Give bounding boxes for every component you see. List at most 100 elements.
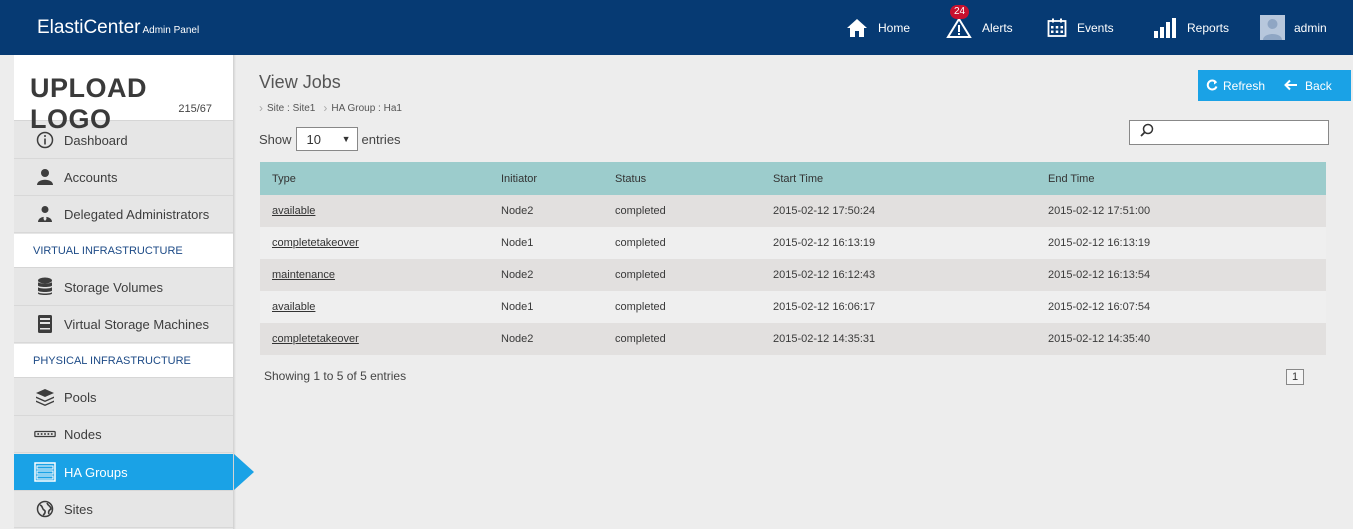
- alerts-count-badge: 24: [950, 4, 970, 19]
- column-header-type[interactable]: Type: [260, 162, 501, 195]
- back-button[interactable]: Back: [1284, 78, 1332, 94]
- cell-status: completed: [615, 269, 666, 281]
- cell-status: completed: [615, 301, 666, 313]
- brand: ElastiCenter Admin Panel: [37, 17, 199, 39]
- column-header-initiator[interactable]: Initiator: [501, 162, 615, 195]
- globe-icon: [34, 500, 56, 518]
- section-label: PHYSICAL INFRASTRUCTURE: [33, 354, 191, 367]
- cell-end-time: 2015-02-12 16:13:19: [1048, 237, 1151, 249]
- cell-start-time: 2015-02-12 17:50:24: [773, 205, 876, 217]
- page-size-value: 10: [306, 131, 321, 147]
- user-name: admin: [1294, 20, 1327, 35]
- calendar-icon: [1047, 18, 1067, 38]
- entries-label: entries: [361, 131, 401, 147]
- job-type-link[interactable]: available: [272, 301, 315, 313]
- search-box[interactable]: [1129, 120, 1329, 145]
- job-type-link[interactable]: available: [272, 205, 315, 217]
- nav-alerts-label: Alerts: [982, 20, 1013, 35]
- job-type-link[interactable]: maintenance: [272, 269, 335, 281]
- cell-start-time: 2015-02-12 14:35:31: [773, 333, 876, 345]
- pagination-page-1[interactable]: 1: [1286, 369, 1304, 385]
- breadcrumb-site[interactable]: Site : Site1: [267, 103, 315, 114]
- avatar: [1260, 15, 1285, 40]
- cell-initiator: Node2: [501, 333, 534, 345]
- database-icon: [34, 277, 56, 297]
- nav-reports-label: Reports: [1187, 20, 1230, 35]
- sidebar-item-label: Virtual Storage Machines: [64, 316, 210, 332]
- sidebar-item-label: Nodes: [64, 426, 102, 442]
- cell-type: available: [260, 291, 501, 323]
- cell-end-time: 2015-02-12 14:35:40: [1048, 333, 1151, 345]
- breadcrumb-ha-group[interactable]: HA Group : Ha1: [331, 103, 402, 114]
- table-row: available Node1 completed 2015-02-12 16:…: [260, 291, 1326, 323]
- caret-down-icon: ▼: [341, 134, 351, 144]
- cell-start-time: 2015-02-12 16:12:43: [773, 269, 876, 281]
- sidebar-item-label: Dashboard: [64, 132, 128, 148]
- table-header-row: Type Initiator Status Start Time End Tim…: [260, 162, 1326, 195]
- info-icon: [34, 131, 56, 149]
- cell-end-time: 2015-02-12 16:07:54: [1048, 301, 1151, 313]
- page-size-select[interactable]: 10 ▼: [295, 127, 358, 151]
- search-input[interactable]: [1160, 125, 1328, 140]
- cell-type: completetakeover: [260, 323, 501, 355]
- table-row: maintenance Node2 completed 2015-02-12 1…: [260, 259, 1326, 291]
- nav-events[interactable]: Events: [1047, 0, 1114, 55]
- section-physical-infrastructure: PHYSICAL INFRASTRUCTURE: [14, 344, 234, 378]
- search-icon: [1140, 123, 1154, 142]
- sidebar-item-virtual-storage-machines[interactable]: Virtual Storage Machines: [14, 306, 234, 343]
- delegate-icon: [34, 205, 56, 223]
- nav-reports[interactable]: Reports: [1153, 0, 1229, 55]
- arrow-left-icon: [1284, 78, 1298, 94]
- sidebar-item-label: HA Groups: [64, 464, 128, 480]
- cell-initiator: Node2: [501, 205, 534, 217]
- server-icon: [34, 314, 56, 334]
- cell-status: completed: [615, 333, 666, 345]
- sidebar-item-dashboard[interactable]: Dashboard: [14, 122, 234, 159]
- table-info: Showing 1 to 5 of 5 entries: [264, 369, 407, 383]
- job-type-link[interactable]: completetakeover: [272, 237, 359, 249]
- nav-home-label: Home: [878, 20, 911, 35]
- top-navbar: ElastiCenter Admin Panel Home 24 Alerts E…: [0, 0, 1353, 55]
- sidebar: UPLOAD LOGO 215/67 Dashboard Accounts De…: [14, 55, 234, 529]
- back-label: Back: [1305, 78, 1332, 93]
- sidebar-item-accounts[interactable]: Accounts: [14, 159, 234, 196]
- sidebar-item-nodes[interactable]: Nodes: [14, 416, 234, 453]
- column-header-end-time[interactable]: End Time: [1048, 162, 1326, 195]
- jobs-table: Type Initiator Status Start Time End Tim…: [260, 162, 1326, 355]
- cell-status: completed: [615, 237, 666, 249]
- nav-home[interactable]: Home: [846, 0, 910, 55]
- nav-user-menu[interactable]: admin: [1260, 0, 1327, 55]
- sidebar-item-label: Sites: [64, 501, 93, 517]
- refresh-button[interactable]: Refresh: [1206, 78, 1265, 94]
- active-item-pointer: [234, 454, 254, 490]
- table-row: available Node2 completed 2015-02-12 17:…: [260, 195, 1326, 227]
- bar-chart-icon: [1153, 17, 1177, 39]
- breadcrumb: › Site : Site1 › HA Group : Ha1: [259, 101, 410, 115]
- cell-initiator: Node2: [501, 269, 534, 281]
- column-header-status[interactable]: Status: [615, 162, 773, 195]
- logo-area[interactable]: UPLOAD LOGO 215/67: [14, 55, 234, 134]
- sidebar-item-delegated-administrators[interactable]: Delegated Administrators: [14, 196, 234, 233]
- cell-type: completetakeover: [260, 227, 501, 259]
- nav-events-label: Events: [1077, 20, 1114, 35]
- cell-end-time: 2015-02-12 16:13:54: [1048, 269, 1151, 281]
- show-label: Show: [259, 131, 292, 147]
- job-type-link[interactable]: completetakeover: [272, 333, 359, 345]
- sidebar-item-label: Pools: [64, 389, 97, 405]
- nav-alerts[interactable]: 24 Alerts: [946, 0, 1013, 55]
- node-icon: [34, 429, 56, 439]
- column-header-start-time[interactable]: Start Time: [773, 162, 1048, 195]
- brand-subtitle: Admin Panel: [142, 25, 200, 36]
- cell-status: completed: [615, 205, 666, 217]
- refresh-label: Refresh: [1223, 78, 1266, 93]
- sidebar-item-ha-groups[interactable]: HA Groups: [14, 454, 234, 491]
- section-label: VIRTUAL INFRASTRUCTURE: [33, 244, 183, 257]
- sidebar-item-storage-volumes[interactable]: Storage Volumes: [14, 269, 234, 306]
- sidebar-item-sites[interactable]: Sites: [14, 491, 234, 528]
- page-title: View Jobs: [259, 72, 341, 92]
- cell-start-time: 2015-02-12 16:13:19: [773, 237, 876, 249]
- cell-end-time: 2015-02-12 17:51:00: [1048, 205, 1151, 217]
- sidebar-item-pools[interactable]: Pools: [14, 379, 234, 416]
- table-row: completetakeover Node1 completed 2015-02…: [260, 227, 1326, 259]
- layers-icon: [34, 388, 56, 406]
